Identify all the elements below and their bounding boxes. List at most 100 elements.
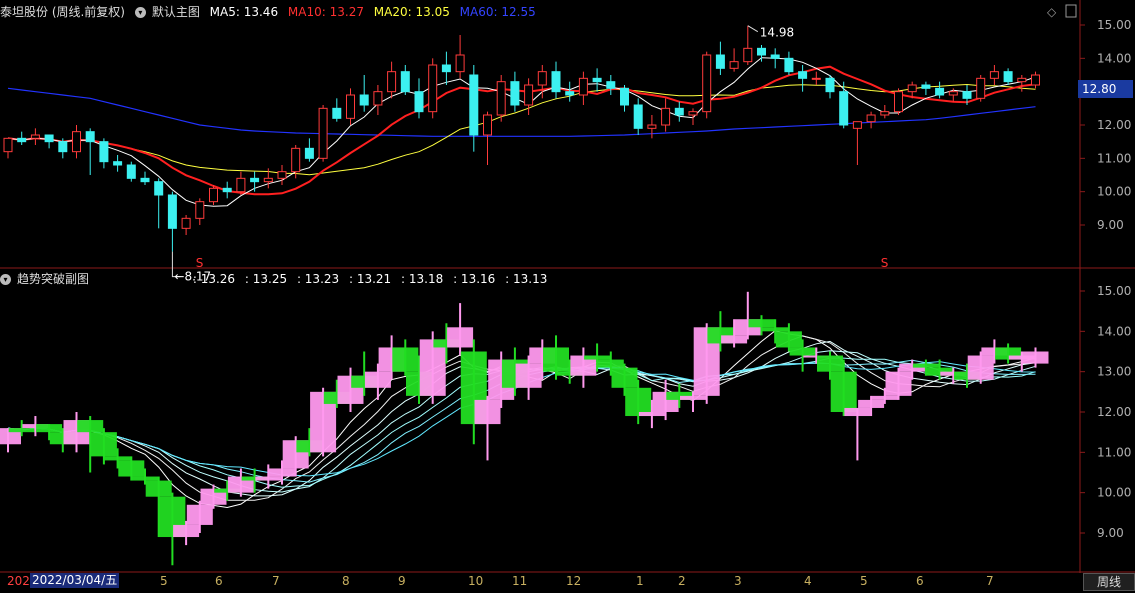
candle-body: [99, 141, 109, 163]
candle-body: [496, 81, 506, 116]
sub-y-axis: 15.00 14.00 13.00 12.00 11.00 10.00 9.00: [1080, 284, 1131, 540]
candle-body: [715, 54, 725, 69]
sub-candle-body: [8, 428, 35, 433]
sub-candle-body: [638, 412, 665, 417]
sub-candle-body: [967, 355, 994, 380]
candle-body: [250, 177, 260, 183]
window-toggle-icon[interactable]: [1065, 4, 1077, 18]
sub-y-tick-label: 12.00: [1097, 405, 1131, 419]
sub-candle-body: [36, 424, 63, 433]
month-label: 5: [160, 574, 168, 588]
candle-body: [1031, 74, 1040, 86]
candle-body: [17, 137, 27, 143]
candle-body: [263, 177, 273, 183]
candle-body: [524, 84, 534, 106]
diamond-icon[interactable]: ◇: [1047, 5, 1057, 19]
candle-body: [839, 91, 849, 126]
sub-y-tick-label: 13.00: [1097, 365, 1131, 379]
candle-body: [674, 107, 684, 116]
candle-body: [236, 177, 246, 193]
sub-candle-body: [885, 371, 912, 396]
candle-body: [387, 71, 397, 93]
sub-y-tick-label: 10.00: [1097, 486, 1131, 500]
candle-body: [688, 111, 698, 116]
high-mark-pointer: [747, 25, 759, 33]
candle-body: [126, 164, 136, 179]
candle-body: [373, 91, 383, 106]
sub-candles: [0, 291, 1049, 566]
sub-candle-body: [775, 331, 802, 348]
sub-candle-body: [173, 524, 200, 538]
candle-body: [894, 91, 903, 113]
candle-body: [85, 131, 95, 143]
month-label: 9: [398, 574, 406, 588]
candle-body: [44, 134, 54, 143]
sub-candle-body: [269, 468, 295, 477]
current-price-tag: 12.80: [1078, 80, 1133, 98]
sub-candle-body: [762, 327, 789, 332]
candle-body: [72, 131, 81, 153]
candle-body: [209, 187, 218, 203]
candle-body: [962, 91, 972, 99]
candlestick-chart[interactable]: 15.00 14.00 13.00 12.00 11.00 10.00 9.00 15.00…: [0, 0, 1135, 593]
annotations: 14.98←8.17S S: [171, 25, 888, 284]
high-mark-label: 14.98: [760, 26, 794, 40]
candle-body: [948, 91, 958, 96]
sub-candle-body: [721, 335, 748, 344]
month-label: 2: [678, 574, 686, 588]
month-label: 5: [860, 574, 868, 588]
candle-body: [222, 187, 232, 193]
candle-body: [606, 81, 616, 89]
main-y-tick-label: 11.00: [1097, 151, 1131, 165]
sub-candle-body: [77, 420, 104, 433]
candle-body: [181, 217, 191, 229]
candle-body: [935, 87, 945, 96]
candle-body: [3, 137, 13, 153]
candle-body: [167, 194, 177, 229]
sub-y-tick-label: 14.00: [1097, 324, 1131, 338]
candle-body: [455, 54, 465, 73]
sub-candle-body: [830, 371, 857, 412]
candle-body: [400, 71, 410, 93]
candle-body: [1017, 77, 1027, 83]
candle-body: [852, 121, 862, 129]
candle-body: [195, 201, 205, 219]
candle-body: [291, 147, 301, 173]
candle-body: [318, 107, 328, 159]
candle-body: [359, 94, 369, 106]
main-y-tick-label: 15.00: [1097, 18, 1131, 32]
candle-body: [647, 124, 657, 129]
candle-body: [1003, 71, 1013, 83]
candle-body: [784, 57, 794, 73]
main-candles: [3, 25, 1040, 252]
candle-body: [483, 114, 492, 136]
main-y-tick-label: 10.00: [1097, 185, 1131, 199]
signal-s-marker: S: [196, 256, 204, 270]
month-label: 11: [512, 574, 528, 588]
month-label: 8: [342, 574, 350, 588]
sub-candle-body: [625, 387, 652, 417]
main-y-tick-label: 14.00: [1097, 51, 1131, 65]
candle-body: [510, 81, 520, 106]
candle-body: [414, 91, 424, 113]
sub-candle-body: [474, 399, 501, 425]
candle-body: [441, 64, 451, 73]
main-y-tick-label: 9.00: [1097, 218, 1124, 232]
candle-body: [661, 107, 671, 126]
sub-candle-body: [419, 339, 446, 396]
candle-body: [469, 74, 479, 136]
sub-candle-body: [817, 355, 843, 372]
candle-body: [277, 171, 287, 179]
sub-candle-body: [748, 319, 775, 328]
sub-y-tick-label: 11.00: [1097, 445, 1131, 459]
month-label: 7: [272, 574, 280, 588]
sub-candle-body: [392, 347, 419, 372]
sub-candle-body: [104, 456, 131, 461]
month-label: 10: [468, 574, 484, 588]
sub-candle-body: [680, 395, 706, 400]
period-button[interactable]: 周线: [1083, 573, 1135, 591]
month-label: 7: [986, 574, 994, 588]
sub-y-tick-label: 9.00: [1097, 526, 1124, 540]
candle-body: [770, 54, 780, 59]
sub-candle-body: [1022, 351, 1049, 364]
